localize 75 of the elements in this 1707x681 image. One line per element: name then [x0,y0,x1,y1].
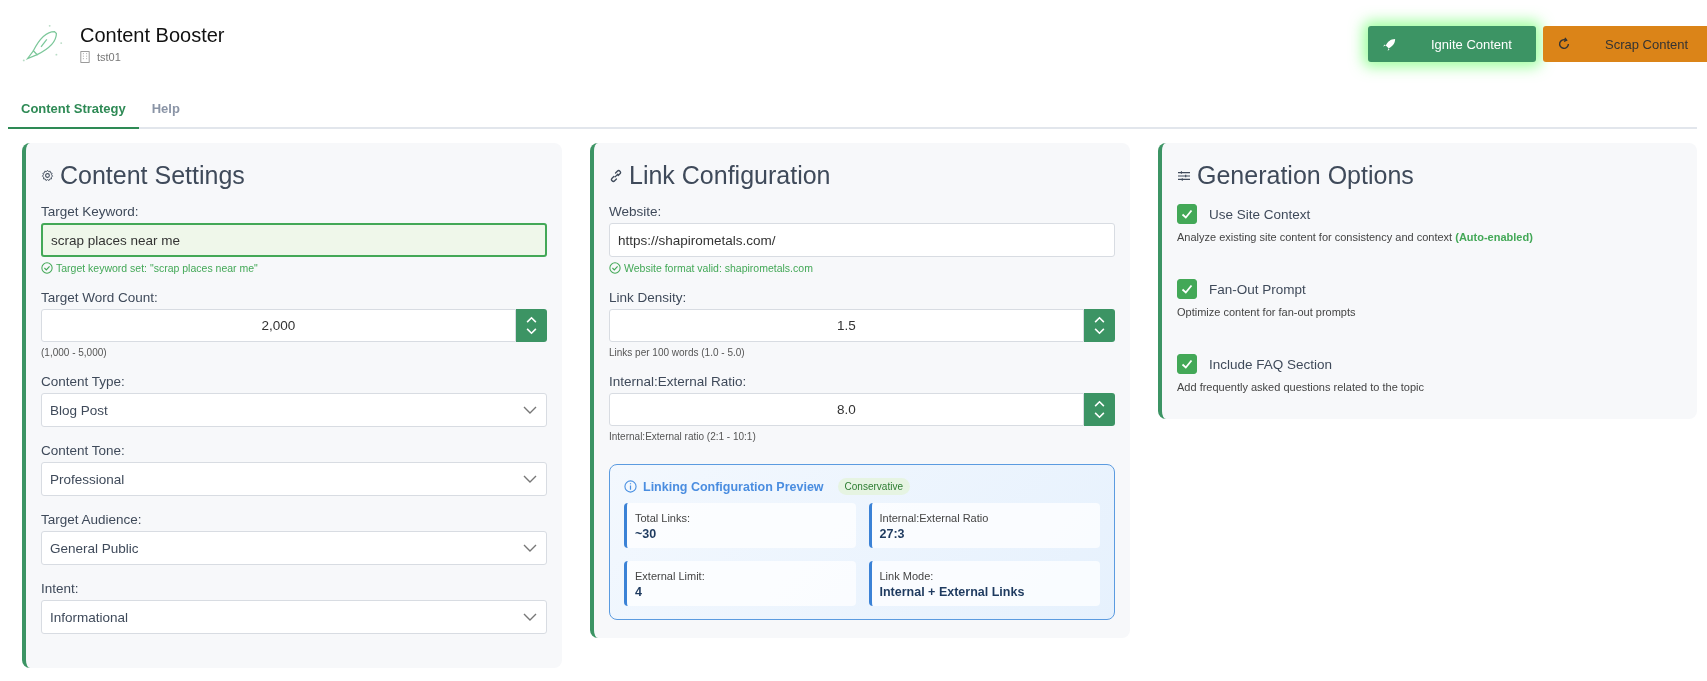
select-dropdown[interactable]: Professional [41,462,547,496]
field-label: Target Word Count: [41,290,159,305]
chevron-down-icon [523,544,537,552]
check-circle-icon [609,262,621,274]
option-label: Include FAQ Section [1209,356,1333,372]
tab[interactable]: Content Strategy [8,92,139,129]
preview-title: Linking Configuration Preview [643,479,824,494]
building-icon [80,51,90,63]
field-label: Website: [609,204,663,219]
stat-value: 4 [635,585,643,599]
chevron-down-icon [1094,412,1105,419]
field-label: Target Keyword: [41,204,140,219]
select-dropdown[interactable]: General Public [41,531,547,565]
stat-value: Internal + External Links [879,585,1026,599]
field-hint: Internal:External ratio (2:1 - 10:1) [609,431,757,442]
chevron-up-icon [526,316,537,323]
checkbox[interactable] [1177,204,1197,224]
info-icon [624,480,637,493]
chevron-down-icon [526,328,537,335]
number-field[interactable]: 1.5 [609,309,1084,342]
stat-label: Total Links: [635,512,692,524]
checkmark-icon [1180,357,1194,371]
select-dropdown[interactable]: Informational [41,600,547,634]
stat-label: Internal:External Ratio [879,512,990,524]
field-label: Internal:External Ratio: [609,374,748,389]
card-title: Generation Options [1197,161,1414,190]
chevron-down-icon [1094,328,1105,335]
status-badge: Conservative [837,478,910,495]
option-label: Fan-Out Prompt [1209,281,1306,297]
validation-message: Target keyword set: "scrap places near me" [56,262,258,274]
sliders-icon [1177,169,1191,182]
check-circle-icon [41,262,53,274]
option-description: Analyze existing site content for consistency and context (Auto-enabled) [1177,231,1534,243]
app-title: Content Booster [80,24,225,47]
stat-label: External Limit: [635,570,706,582]
action-button[interactable]: Scrap Content [1543,26,1707,62]
chevron-down-icon [523,613,537,621]
field-hint: Links per 100 words (1.0 - 5.0) [609,347,746,358]
stat-value: ~30 [635,527,658,541]
stat-value: 27:3 [879,527,906,541]
number-field[interactable]: 8.0 [609,393,1084,426]
checkmark-icon [1180,282,1194,296]
text-field[interactable]: https://shapirometals.com/ [609,223,1115,257]
card-title: Link Configuration [629,161,831,190]
field-label: Link Density: [609,290,688,305]
option-description: Optimize content for fan-out prompts [1177,306,1357,318]
text-field[interactable]: scrap places near me [41,223,547,257]
number-field[interactable]: 2,000 [41,309,516,342]
option-label: Use Site Context [1209,206,1311,222]
field-label: Content Type: [41,374,126,389]
stepper-control[interactable] [1084,393,1115,426]
checkbox[interactable] [1177,279,1197,299]
option-description: Add frequently asked questions related to the topic [1177,381,1426,393]
chevron-down-icon [523,475,537,483]
checkbox[interactable] [1177,354,1197,374]
validation-message: Website format valid: shapirometals.com [624,262,813,274]
chevron-up-icon [1094,400,1105,407]
field-label: Content Tone: [41,443,126,458]
chevron-up-icon [1094,316,1105,323]
card-title: Content Settings [60,161,245,190]
select-dropdown[interactable]: Blog Post [41,393,547,427]
stepper-control[interactable] [516,309,547,342]
field-label: Target Audience: [41,512,143,527]
settings-icon [41,169,54,182]
link-icon [609,168,623,183]
stat-label: Link Mode: [879,570,935,582]
checkmark-icon [1180,207,1194,221]
chevron-down-icon [523,406,537,414]
workspace-name: tst01 [97,51,121,63]
field-hint: (1,000 - 5,000) [41,347,108,358]
refresh-icon [1557,37,1571,51]
rocket-icon [1382,36,1397,52]
action-button[interactable]: Ignite Content [1368,26,1536,62]
stepper-control[interactable] [1084,309,1115,342]
field-label: Intent: [41,581,80,596]
